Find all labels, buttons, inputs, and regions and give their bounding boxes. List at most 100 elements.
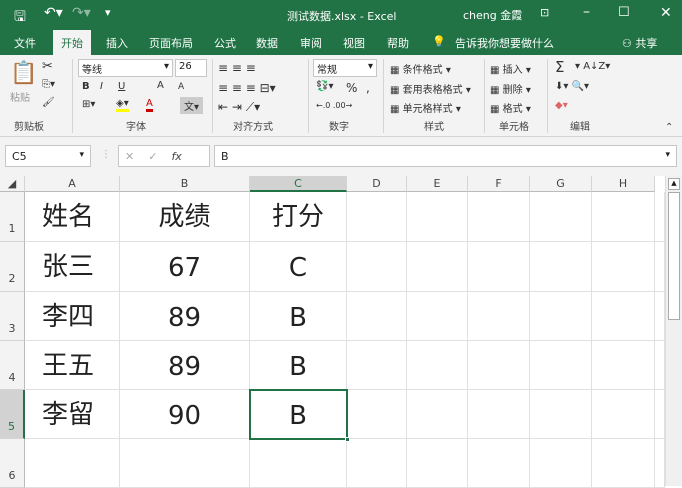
cell-H6[interactable] xyxy=(592,439,655,488)
cell-G6[interactable] xyxy=(530,439,592,488)
column-header-H[interactable]: H xyxy=(592,176,655,192)
fill-handle[interactable] xyxy=(345,437,350,442)
cell-H1[interactable] xyxy=(592,192,655,242)
spreadsheet-grid[interactable]: ◢ A B C D E F G H 1 姓名 成绩 打分 2 张三 67 C 3 李四 89 B 4 王五 89 B 5 李留 90 B… xyxy=(0,176,665,488)
cell-A3[interactable]: 李四 xyxy=(25,292,120,341)
row-header-4[interactable]: 4 xyxy=(0,341,25,390)
cell-A1[interactable]: 姓名 xyxy=(25,192,120,242)
tab-formulas[interactable]: 公式 xyxy=(214,35,236,51)
cell-G4[interactable] xyxy=(530,341,592,390)
column-header-B[interactable]: B xyxy=(120,176,250,192)
name-box[interactable]: C5 ▾ xyxy=(5,145,91,167)
column-header-C[interactable]: C xyxy=(250,176,347,192)
cell-D4[interactable] xyxy=(347,341,407,390)
table-format-button[interactable]: ▦ 套用表格格式 ▾ xyxy=(390,81,471,96)
vertical-scrollbar[interactable]: ▲ xyxy=(665,176,682,486)
user-name[interactable]: cheng 金霞 xyxy=(463,7,522,23)
cell-G3[interactable] xyxy=(530,292,592,341)
cell-F6[interactable] xyxy=(468,439,530,488)
tab-insert[interactable]: 插入 xyxy=(106,35,128,51)
cell-C4[interactable]: B xyxy=(250,341,347,390)
insert-function-icon[interactable]: fx xyxy=(171,150,181,163)
tab-home[interactable]: 开始 xyxy=(53,30,91,55)
redo-icon[interactable]: ↷▾ xyxy=(72,5,91,21)
underline-button[interactable]: U xyxy=(118,81,125,92)
indent-icon[interactable]: ⇤ ⇥ ⟋▾ xyxy=(218,100,260,115)
cell-E2[interactable] xyxy=(407,242,468,292)
font-name-select[interactable]: 等线 ▾ xyxy=(78,59,173,77)
cell-X1[interactable] xyxy=(655,192,665,242)
share-button[interactable]: ⚇ 共享 xyxy=(622,35,657,51)
italic-button[interactable]: I xyxy=(100,81,103,92)
cell-C3[interactable]: B xyxy=(250,292,347,341)
customize-icon[interactable]: ▾ xyxy=(105,6,111,19)
font-color-button[interactable]: A xyxy=(146,98,153,112)
cell-B1[interactable]: 成绩 xyxy=(120,192,250,242)
cell-C6[interactable] xyxy=(250,439,347,488)
cell-A6[interactable] xyxy=(25,439,120,488)
paste-icon[interactable]: 📋 xyxy=(10,61,37,86)
tab-data[interactable]: 数据 xyxy=(256,35,278,51)
cell-style-button[interactable]: ▦ 单元格样式 ▾ xyxy=(390,100,461,115)
save-icon[interactable]: 🖫 xyxy=(14,6,26,30)
fill-icon[interactable]: ⬇▾ 🔍▾ xyxy=(555,81,589,92)
row-header-5[interactable]: 5 xyxy=(0,390,25,439)
decimal-icon[interactable]: ←.0 .00→ xyxy=(316,101,352,110)
row-header-3[interactable]: 3 xyxy=(0,292,25,341)
format-painter-icon[interactable]: 🖌 xyxy=(42,97,55,108)
cell-E4[interactable] xyxy=(407,341,468,390)
maximize-icon[interactable]: ☐ xyxy=(618,5,630,20)
enter-icon[interactable]: ✓ xyxy=(148,150,157,163)
align-top-icon[interactable]: ≡ ≡ ≡ xyxy=(218,61,256,75)
grow-font-button[interactable]: A xyxy=(157,80,164,91)
tab-view[interactable]: 视图 xyxy=(343,35,365,51)
cell-F4[interactable] xyxy=(468,341,530,390)
cell-F2[interactable] xyxy=(468,242,530,292)
border-icon[interactable]: ⊞▾ xyxy=(82,99,95,110)
undo-icon[interactable]: ↶▾ xyxy=(44,5,63,21)
row-header-2[interactable]: 2 xyxy=(0,242,25,292)
column-header-A[interactable]: A xyxy=(25,176,120,192)
cell-E5[interactable] xyxy=(407,390,468,439)
cond-format-button[interactable]: ▦ 条件格式 ▾ xyxy=(390,61,451,76)
cell-D3[interactable] xyxy=(347,292,407,341)
cell-X5[interactable] xyxy=(655,390,665,439)
cell-B2[interactable]: 67 xyxy=(120,242,250,292)
scroll-up-icon[interactable]: ▲ xyxy=(668,178,680,190)
cell-E3[interactable] xyxy=(407,292,468,341)
cell-X3[interactable] xyxy=(655,292,665,341)
cell-H2[interactable] xyxy=(592,242,655,292)
column-header-E[interactable]: E xyxy=(407,176,468,192)
formula-input[interactable]: B ▾ xyxy=(214,145,677,167)
bold-button[interactable]: B xyxy=(82,81,90,92)
row-header-6[interactable]: 6 xyxy=(0,439,25,488)
align-center-icon[interactable]: ≡ ≡ ≡ ⊟▾ xyxy=(218,81,276,95)
tell-me-search[interactable]: 告诉我你想要做什么 xyxy=(455,35,554,51)
cell-D2[interactable] xyxy=(347,242,407,292)
scrollbar-thumb[interactable] xyxy=(668,192,680,320)
fill-color-icon[interactable]: ◈▾ xyxy=(116,98,129,112)
tab-file[interactable]: 文件 xyxy=(14,35,36,51)
cell-B6[interactable] xyxy=(120,439,250,488)
cell-B5[interactable]: 90 xyxy=(120,390,250,439)
sort-filter-icon[interactable]: ▾ A↓Z▾ xyxy=(575,61,610,72)
cut-icon[interactable]: ✂ xyxy=(42,59,53,74)
cell-X2[interactable] xyxy=(655,242,665,292)
shrink-font-button[interactable]: A xyxy=(178,82,184,92)
column-header-G[interactable]: G xyxy=(530,176,592,192)
select-all[interactable]: ◢ xyxy=(0,176,25,192)
font-size-select[interactable]: 26 xyxy=(175,59,207,77)
cell-F3[interactable] xyxy=(468,292,530,341)
percent-button[interactable]: % xyxy=(346,81,357,95)
cell-E6[interactable] xyxy=(407,439,468,488)
cell-A4[interactable]: 王五 xyxy=(25,341,120,390)
delete-cells-button[interactable]: ▦ 删除 ▾ xyxy=(490,81,531,96)
collapse-ribbon-icon[interactable]: ⌃ xyxy=(665,122,673,133)
currency-icon[interactable]: 💱▾ xyxy=(316,81,333,92)
autosum-button[interactable]: Σ xyxy=(555,58,564,76)
cell-A2[interactable]: 张三 xyxy=(25,242,120,292)
cell-G2[interactable] xyxy=(530,242,592,292)
cell-H5[interactable] xyxy=(592,390,655,439)
column-header-F[interactable]: F xyxy=(468,176,530,192)
tab-page-layout[interactable]: 页面布局 xyxy=(149,35,193,51)
